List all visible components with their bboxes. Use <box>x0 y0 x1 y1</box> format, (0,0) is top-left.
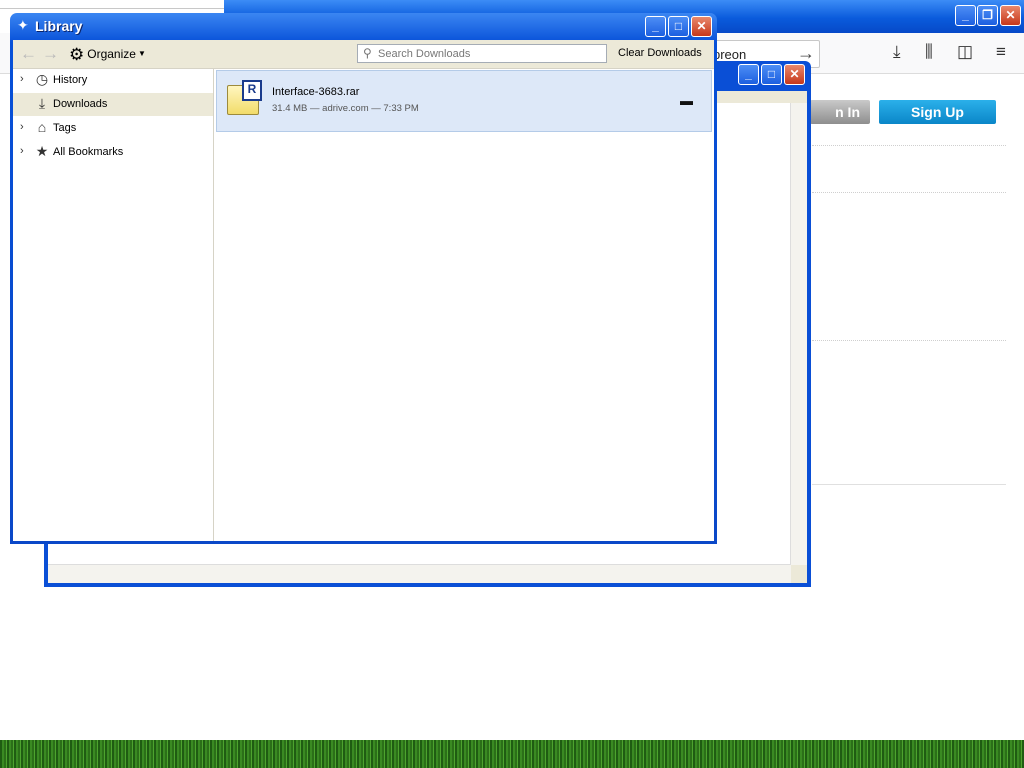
restore-button[interactable]: ❐ <box>977 5 998 26</box>
minimize-button[interactable]: _ <box>645 16 666 37</box>
download-item[interactable]: R Interface-3683.rar 31.4 MB — adrive.co… <box>216 70 712 132</box>
open-folder-icon[interactable]: ▬ <box>680 93 693 108</box>
sidebar-item-label: Downloads <box>53 98 108 110</box>
forward-arrow-icon[interactable]: → <box>42 44 59 64</box>
tag-icon: ⌂ <box>37 119 47 135</box>
library-window: ✦ Library _ □ ✕ ← → ⚙Organize▼ ⚲ Clear D… <box>10 13 717 544</box>
clock-icon: ◷ <box>35 71 49 87</box>
minimize-button[interactable]: _ <box>955 5 976 26</box>
divider <box>812 192 1006 193</box>
minimize-button[interactable]: _ <box>738 64 759 85</box>
expand-chevron-icon[interactable]: › <box>20 73 24 85</box>
vertical-scrollbar[interactable] <box>790 103 807 565</box>
library-sidebar: › ◷ History ⤓ Downloads › ⌂ Tags › ★ All… <box>13 69 214 541</box>
download-icon: ⤓ <box>38 95 46 111</box>
library-app-icon: ✦ <box>17 17 29 33</box>
organize-label: Organize <box>87 47 136 61</box>
sidebar-item-label: All Bookmarks <box>53 146 124 158</box>
window-title: Library <box>35 18 83 34</box>
sidebar-item-tags[interactable]: › ⌂ Tags <box>13 117 213 140</box>
dropdown-caret-icon: ▼ <box>137 49 146 58</box>
sidebar-item-label: History <box>53 74 88 86</box>
maximize-button[interactable]: □ <box>761 64 782 85</box>
downloads-list: R Interface-3683.rar 31.4 MB — adrive.co… <box>214 69 714 541</box>
expand-chevron-icon[interactable]: › <box>20 121 24 133</box>
library-icon[interactable]: ⫼ <box>925 42 933 62</box>
sidebar-item-history[interactable]: › ◷ History <box>13 69 213 92</box>
star-icon: ★ <box>35 143 49 159</box>
menu-icon[interactable]: ≡ <box>996 42 1006 62</box>
back-arrow-icon[interactable]: ← <box>20 44 37 64</box>
divider <box>812 340 1006 341</box>
gear-icon: ⚙ <box>69 45 85 64</box>
downloads-icon[interactable]: ⤓ <box>893 42 901 62</box>
download-details: 31.4 MB — adrive.com — 7:33 PM <box>272 103 419 114</box>
browser-tab[interactable] <box>0 0 224 9</box>
sidebar-item-label: Tags <box>53 122 77 134</box>
sidebar-icon[interactable]: ◫ <box>957 42 973 62</box>
maximize-button[interactable]: □ <box>668 16 689 37</box>
desktop-wallpaper <box>0 740 1024 768</box>
sign-up-button[interactable]: Sign Up <box>879 100 996 124</box>
download-filename: Interface-3683.rar <box>272 86 360 98</box>
expand-chevron-icon[interactable]: › <box>20 145 24 157</box>
close-button[interactable]: ✕ <box>691 16 712 37</box>
close-button[interactable]: ✕ <box>1000 5 1021 26</box>
sidebar-item-all-bookmarks[interactable]: › ★ All Bookmarks <box>13 141 213 164</box>
search-downloads-input[interactable] <box>378 46 600 61</box>
sidebar-item-downloads[interactable]: ⤓ Downloads <box>13 93 213 116</box>
search-icon: ⚲ <box>363 46 372 60</box>
divider <box>812 484 1006 485</box>
library-body: ← → ⚙Organize▼ ⚲ Clear Downloads › ◷ His… <box>13 40 714 541</box>
sign-in-button[interactable]: n In <box>810 100 870 124</box>
organize-button[interactable]: ⚙ Organize ▼ <box>69 45 146 65</box>
search-box[interactable]: ⚲ <box>357 44 607 63</box>
divider <box>812 145 1006 146</box>
horizontal-scrollbar[interactable] <box>48 564 791 583</box>
library-toolbar: ← → ⚙Organize▼ ⚲ Clear Downloads <box>13 40 714 69</box>
rar-file-icon: R <box>227 80 262 115</box>
close-button[interactable]: ✕ <box>784 64 805 85</box>
url-text: preon <box>713 47 747 62</box>
rar-letter: R <box>242 80 262 101</box>
clear-downloads-button[interactable]: Clear Downloads <box>618 47 702 59</box>
